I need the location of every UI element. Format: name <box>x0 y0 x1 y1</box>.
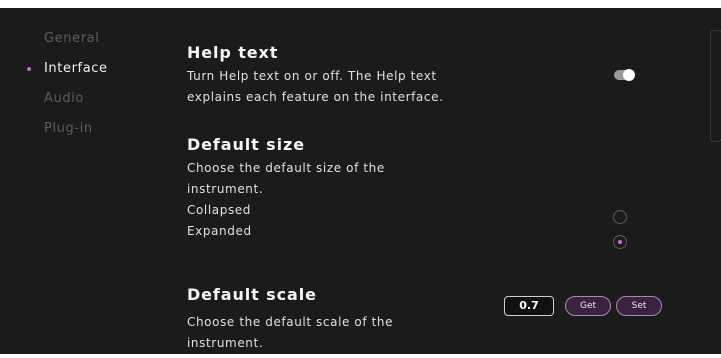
get-button[interactable]: Get <box>565 296 611 316</box>
default-scale-title: Default scale <box>187 285 317 304</box>
help-text-title: Help text <box>187 43 279 62</box>
option-collapsed-label: Collapsed <box>187 203 252 217</box>
default-size-description: Choose the default size of the instrumen… <box>187 158 487 200</box>
help-text-description-line: Turn Help text on or off. The Help text <box>187 69 437 83</box>
radio-expanded[interactable] <box>613 235 627 249</box>
sidebar-item-label: Interface <box>44 61 108 76</box>
default-size-description-line: Choose the default size of the <box>187 161 385 175</box>
help-text-description-line: explains each feature on the interface. <box>187 90 444 104</box>
help-text-description: Turn Help text on or off. The Help text … <box>187 66 487 108</box>
set-button[interactable]: Set <box>616 296 662 316</box>
toggle-knob <box>623 69 635 81</box>
settings-window: General Interface Audio Plug-in Help tex… <box>0 8 721 354</box>
default-scale-description: Choose the default scale of the instrume… <box>187 312 487 354</box>
scrollbar[interactable] <box>710 30 721 142</box>
sidebar-item-plug-in[interactable]: Plug-in <box>24 114 144 144</box>
sidebar-item-label: General <box>44 31 100 46</box>
default-size-description-line: instrument. <box>187 182 264 196</box>
radio-collapsed[interactable] <box>613 210 627 224</box>
default-size-section: Default size Choose the default size of … <box>187 132 487 242</box>
scale-value-field[interactable]: 0.7 <box>504 296 554 316</box>
default-size-title: Default size <box>187 135 305 154</box>
help-text-toggle[interactable] <box>614 69 635 81</box>
default-scale-description-line: Choose the default scale of the <box>187 315 394 329</box>
sidebar-item-audio[interactable]: Audio <box>24 84 144 114</box>
sidebar-item-general[interactable]: General <box>24 24 144 54</box>
sidebar-item-interface[interactable]: Interface <box>24 54 144 84</box>
settings-sidebar: General Interface Audio Plug-in <box>24 24 144 144</box>
help-text-section: Help text Turn Help text on or off. The … <box>187 40 487 108</box>
default-scale-section: Default scale Choose the default scale o… <box>187 282 487 354</box>
option-expanded-label: Expanded <box>187 224 252 238</box>
active-indicator-dot <box>27 67 31 71</box>
default-scale-description-line: instrument. <box>187 336 264 350</box>
sidebar-item-label: Plug-in <box>44 121 93 136</box>
sidebar-item-label: Audio <box>44 91 84 106</box>
